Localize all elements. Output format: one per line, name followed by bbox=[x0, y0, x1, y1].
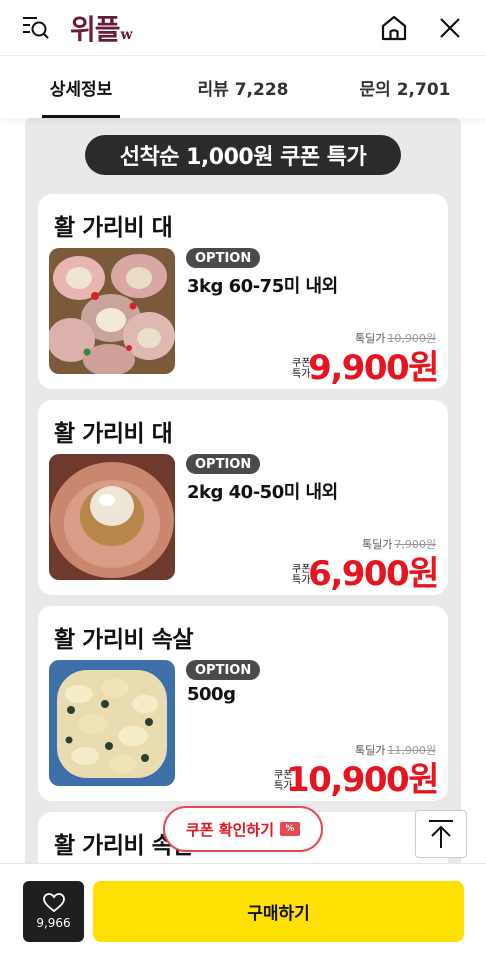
tab-reviews[interactable]: 리뷰 7,228 bbox=[162, 56, 324, 118]
product-title: 활 가리비 대 bbox=[54, 215, 173, 241]
product-image bbox=[49, 660, 175, 786]
buy-button[interactable]: 구매하기 bbox=[93, 881, 464, 942]
product-image bbox=[49, 248, 175, 374]
option-description: 2kg 40-50미 내외 bbox=[187, 482, 338, 503]
arrow-up-icon bbox=[429, 820, 453, 848]
product-image bbox=[49, 454, 175, 580]
product-option-card[interactable]: 활 가리비 대 OPTION 3kg 60-75미 내외 톡딜가 10,900원… bbox=[38, 194, 448, 389]
coupon-check-label: 쿠폰 확인하기 bbox=[185, 820, 275, 839]
menu-search-icon[interactable] bbox=[18, 10, 54, 46]
product-title: 활 가리비 대 bbox=[54, 421, 173, 447]
coupon-price: 9,900원 bbox=[308, 348, 439, 388]
tab-inquiries[interactable]: 문의 2,701 bbox=[324, 56, 486, 118]
tab-bar: 상세정보 리뷰 7,228 문의 2,701 bbox=[0, 56, 486, 118]
product-title: 활 가리비 속살 bbox=[54, 627, 193, 653]
tab-details[interactable]: 상세정보 bbox=[0, 56, 162, 118]
coupon-check-button[interactable]: 쿠폰 확인하기 % bbox=[163, 806, 323, 852]
like-count: 9,966 bbox=[36, 916, 71, 930]
option-badge: OPTION bbox=[186, 454, 261, 474]
product-detail-content[interactable]: 선착순 1,000원 쿠폰 특가 활 가리비 대 OPTION 3kg 60-7… bbox=[0, 118, 486, 863]
brand-logo[interactable]: 위플w bbox=[70, 8, 133, 48]
top-bar: 위플w bbox=[0, 0, 486, 56]
coupon-price: 10,900원 bbox=[286, 760, 439, 800]
coupon-price: 6,900원 bbox=[308, 554, 439, 594]
scroll-top-button[interactable] bbox=[415, 810, 467, 858]
close-icon[interactable] bbox=[432, 10, 468, 46]
coupon-ticket-icon: % bbox=[280, 822, 301, 836]
home-icon[interactable] bbox=[376, 10, 412, 46]
option-badge: OPTION bbox=[186, 248, 261, 268]
option-description: 500g bbox=[187, 684, 236, 705]
product-option-card[interactable]: 활 가리비 속살 OPTION 500g 톡딜가 11,900원 쿠폰 특가 1… bbox=[38, 606, 448, 801]
option-description: 3kg 60-75미 내외 bbox=[187, 276, 338, 297]
like-button[interactable]: 9,966 bbox=[23, 881, 84, 942]
coupon-banner: 선착순 1,000원 쿠폰 특가 bbox=[85, 135, 401, 175]
option-badge: OPTION bbox=[186, 660, 261, 680]
heart-icon bbox=[42, 893, 65, 913]
bottom-action-bar: 9,966 구매하기 bbox=[0, 863, 486, 960]
product-option-card[interactable]: 활 가리비 대 OPTION 2kg 40-50미 내외 톡딜가 7,900원 쿠… bbox=[38, 400, 448, 595]
